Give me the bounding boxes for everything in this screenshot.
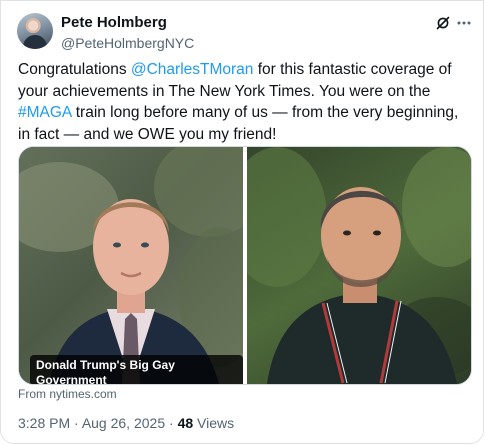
photo-right: [247, 147, 471, 384]
grok-icon[interactable]: [435, 15, 451, 31]
mention-link[interactable]: @CharlesTMoran: [131, 61, 254, 78]
author-block: Pete Holmberg @PeteHolmbergNYC: [61, 14, 194, 52]
meta-separator: ·: [70, 415, 82, 431]
views-label: Views: [193, 415, 235, 431]
portrait-right-illustration: [247, 147, 471, 384]
post-text-part: Congratulations: [18, 61, 131, 78]
hashtag-link[interactable]: #MAGA: [18, 104, 71, 121]
post-text-part: train long before many of us — from the …: [18, 104, 459, 143]
portrait-left-illustration: [19, 147, 243, 384]
tweet-card[interactable]: Pete Holmberg @PeteHolmbergNYC Congratul…: [0, 0, 484, 444]
more-options-icon[interactable]: [456, 15, 472, 31]
author-handle[interactable]: @PeteHolmbergNYC: [61, 34, 194, 52]
meta-separator: ·: [165, 415, 178, 431]
author-display-name[interactable]: Pete Holmberg: [61, 14, 194, 32]
post-text: Congratulations @CharlesTMoran for this …: [18, 59, 473, 145]
link-card-caption: Donald Trump's Big Gay Government: [30, 355, 243, 384]
photo-left: Donald Trump's Big Gay Government: [19, 147, 243, 384]
views-count: 48: [177, 415, 194, 431]
link-card-media[interactable]: Donald Trump's Big Gay Government: [18, 146, 472, 385]
avatar[interactable]: [17, 13, 53, 49]
avatar-figure: [23, 35, 47, 49]
post-meta: 3:28 PM · Aug 26, 2025 · 48 Views: [18, 415, 234, 431]
post-time[interactable]: 3:28 PM: [18, 415, 70, 431]
link-source[interactable]: From nytimes.com: [18, 387, 117, 401]
post-date[interactable]: Aug 26, 2025: [82, 415, 165, 431]
